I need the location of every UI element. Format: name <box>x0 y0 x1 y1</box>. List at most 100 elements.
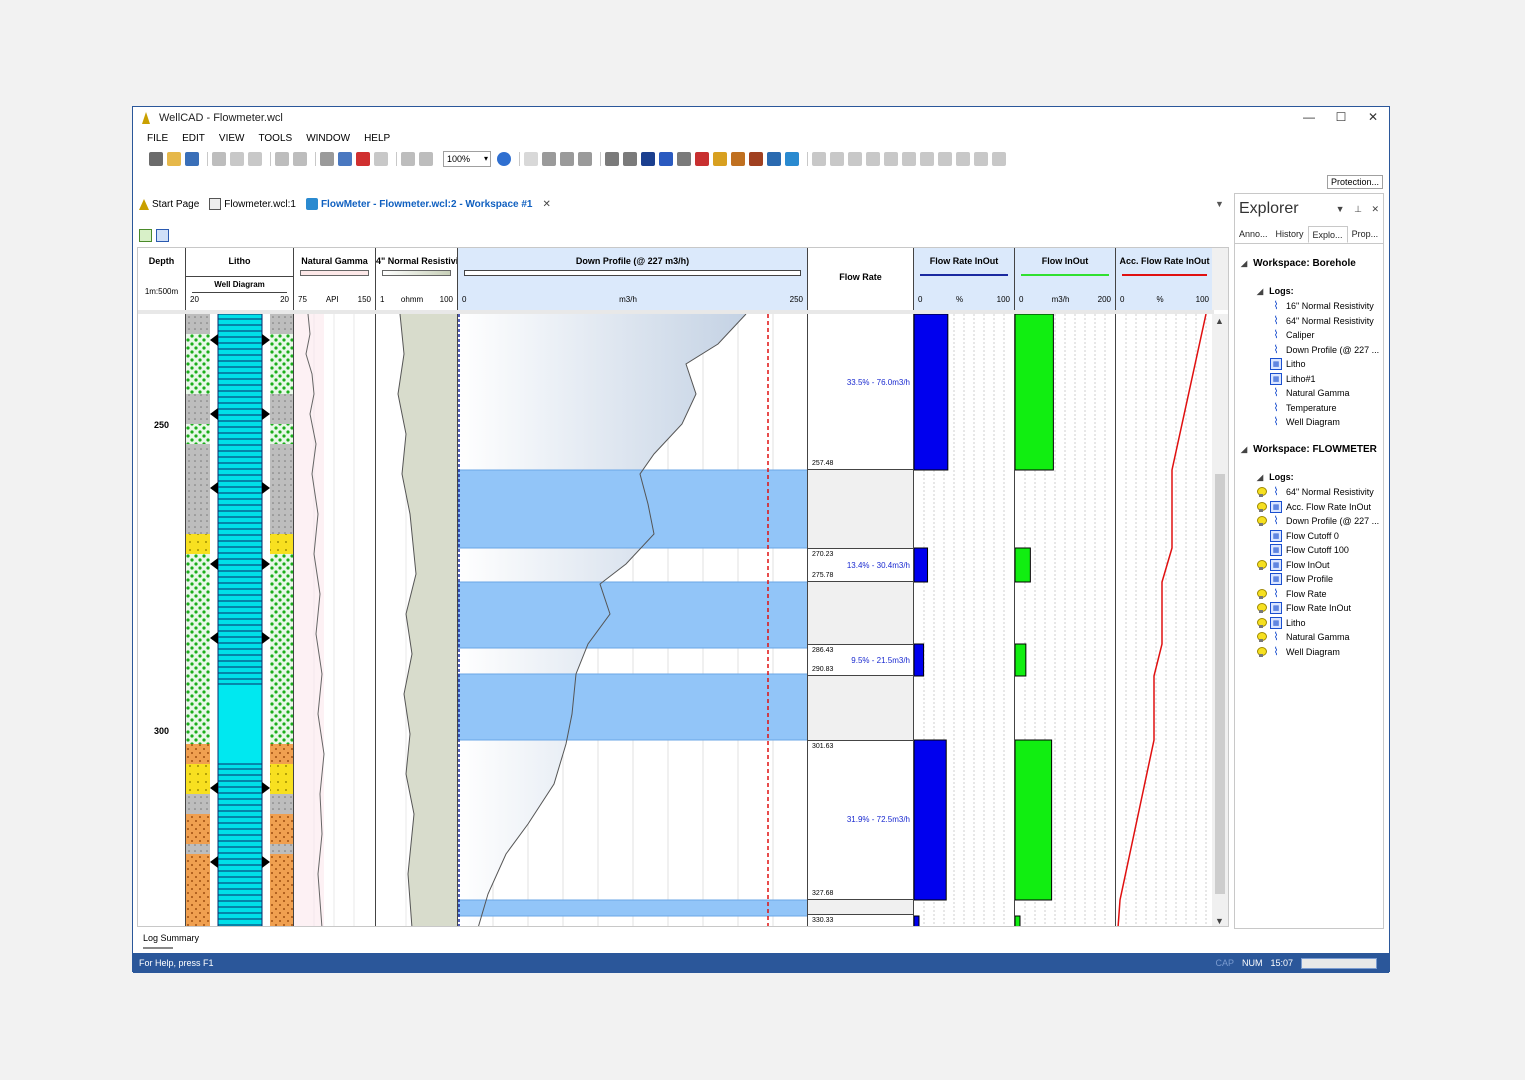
log-summary-tab[interactable]: Log Summary <box>143 933 199 943</box>
tree-log-item[interactable]: ⌇ Down Profile (@ 227 ... <box>1257 515 1379 527</box>
split-icon[interactable] <box>848 152 862 166</box>
shape-icon[interactable] <box>713 152 727 166</box>
import-log-icon[interactable] <box>156 229 169 242</box>
expander-icon[interactable]: ◢ <box>1241 445 1247 454</box>
profile-header[interactable]: Down Profile (@ 227 m3/h) 0 m3/h 250 <box>458 248 808 310</box>
bring-front-icon[interactable] <box>974 152 988 166</box>
flowrate-inout-header[interactable]: Flow Rate InOut 0% 100 <box>914 248 1015 310</box>
page-icon[interactable] <box>374 152 388 166</box>
align-left-icon[interactable] <box>866 152 880 166</box>
tab-start-page[interactable]: Start Page <box>139 198 199 210</box>
menu-tools[interactable]: TOOLS <box>258 131 292 147</box>
edit-log-icon[interactable] <box>605 152 619 166</box>
minimize-button[interactable]: — <box>1293 107 1325 129</box>
scroll-up-icon[interactable]: ▲ <box>1215 316 1224 326</box>
tree-log-item[interactable]: ⌇ 16" Normal Resistivity <box>1257 300 1373 312</box>
menu-file[interactable]: FILE <box>147 131 168 147</box>
select-icon[interactable] <box>578 152 592 166</box>
visibility-bulb-icon[interactable] <box>1257 516 1267 526</box>
layout-icon[interactable] <box>812 152 826 166</box>
tree-log-item[interactable]: ▦ Flow Profile <box>1257 573 1333 585</box>
tree-log-item[interactable]: ⌇ Natural Gamma <box>1257 387 1349 399</box>
save-icon[interactable] <box>185 152 199 166</box>
zoom-select[interactable]: 100% <box>443 151 491 167</box>
expander-icon[interactable]: ◢ <box>1257 473 1263 482</box>
tree-log-item[interactable]: ⌇ Natural Gamma <box>1257 631 1350 643</box>
depth-header[interactable]: Depth 1m:500m <box>138 248 186 310</box>
tree-log-item[interactable]: ⌇ 64" Normal Resistivity <box>1257 315 1373 327</box>
close-tab-icon[interactable]: ✕ <box>543 199 551 210</box>
flowrate-header[interactable]: Flow Rate <box>808 248 914 310</box>
visibility-bulb-icon[interactable] <box>1257 487 1267 497</box>
tab-list-chevron-down-icon[interactable]: ▼ <box>1215 199 1224 209</box>
move-icon[interactable] <box>542 152 556 166</box>
align-right-icon[interactable] <box>902 152 916 166</box>
delete-icon[interactable] <box>320 152 334 166</box>
find-icon[interactable] <box>338 152 352 166</box>
chart-icon[interactable] <box>659 152 673 166</box>
tab-explorer[interactable]: Explo... <box>1307 226 1348 243</box>
visibility-bulb-icon[interactable] <box>1257 559 1267 570</box>
well-icon[interactable] <box>749 152 763 166</box>
distribute-icon[interactable] <box>920 152 934 166</box>
visibility-bulb-icon[interactable] <box>1257 588 1267 599</box>
visibility-bulb-icon[interactable] <box>1257 501 1267 512</box>
gamma-header[interactable]: Natural Gamma 75 API 150 <box>294 248 376 310</box>
log-view[interactable]: Depth 1m:500m Litho Well Diagram 20 20 Na… <box>137 247 1229 927</box>
tree-log-item[interactable]: ▦ Litho <box>1257 358 1306 370</box>
tree-log-item[interactable]: ⌇ 64" Normal Resistivity <box>1257 486 1374 498</box>
visibility-bulb-icon[interactable] <box>1257 603 1267 613</box>
help-icon[interactable] <box>497 152 511 166</box>
visibility-bulb-icon[interactable] <box>1257 617 1267 628</box>
anchor-icon[interactable] <box>641 152 655 166</box>
scroll-thumb[interactable] <box>1215 474 1225 894</box>
tree-workspace-borehole[interactable]: ◢ Workspace: Borehole <box>1241 258 1356 269</box>
chevron-down-icon[interactable]: ▼ <box>1336 204 1345 214</box>
visibility-bulb-icon[interactable] <box>1257 632 1267 642</box>
tab-properties[interactable]: Prop... <box>1348 226 1383 243</box>
resize-icon[interactable] <box>560 152 574 166</box>
tree-log-item[interactable]: ▦ Flow Cutoff 100 <box>1257 544 1349 556</box>
litho-icon[interactable] <box>731 152 745 166</box>
tree-log-item[interactable]: ▦ Flow InOut <box>1257 558 1330 571</box>
print-preview-icon[interactable] <box>419 152 433 166</box>
tab-flowmeter-workspace[interactable]: FlowMeter - Flowmeter.wcl:2 - Workspace … <box>305 198 551 210</box>
paste-icon[interactable] <box>248 152 262 166</box>
tab-history[interactable]: History <box>1272 226 1308 243</box>
menu-edit[interactable]: EDIT <box>182 131 205 147</box>
open-folder-icon[interactable] <box>167 152 181 166</box>
tree-log-item[interactable]: ▦ Litho <box>1257 616 1306 629</box>
redo-icon[interactable] <box>293 152 307 166</box>
resistivity-header[interactable]: 4" Normal Resistivi 1 ohmm 100 <box>376 248 458 310</box>
menu-view[interactable]: VIEW <box>219 131 245 147</box>
tree-workspace-flowmeter[interactable]: ◢ Workspace: FLOWMETER <box>1241 444 1377 455</box>
pointer-icon[interactable] <box>524 152 538 166</box>
tree-log-item[interactable]: ⌇ Caliper <box>1257 329 1314 341</box>
globe-icon[interactable] <box>767 152 781 166</box>
link-icon[interactable] <box>677 152 691 166</box>
maximize-button[interactable]: ☐ <box>1325 107 1357 129</box>
visibility-bulb-icon[interactable] <box>1257 646 1267 657</box>
cut-icon[interactable] <box>212 152 226 166</box>
menu-window[interactable]: WINDOW <box>306 131 350 147</box>
protection-button[interactable]: Protection... <box>1326 175 1383 189</box>
wave-icon[interactable] <box>785 152 799 166</box>
litho-header[interactable]: Litho Well Diagram 20 20 <box>186 248 294 310</box>
tree-log-item[interactable]: ⌇ Well Diagram <box>1257 646 1340 658</box>
close-icon[interactable]: ✕ <box>1371 204 1379 214</box>
flow-inout-header[interactable]: Flow InOut 0 m3/h 200 <box>1015 248 1116 310</box>
sort-icon[interactable] <box>992 152 1006 166</box>
tree-logs-folder[interactable]: ◢ Logs: <box>1257 472 1294 482</box>
copy-icon[interactable] <box>230 152 244 166</box>
tree-log-item[interactable]: ⌇ Down Profile (@ 227 ... <box>1257 344 1379 356</box>
tree-log-item[interactable]: ▦ Flow Cutoff 0 <box>1257 529 1339 542</box>
tree-log-item[interactable]: ▦ Acc. Flow Rate InOut <box>1257 500 1371 513</box>
align-center-icon[interactable] <box>884 152 898 166</box>
pin-icon[interactable]: ⊥ <box>1354 204 1362 214</box>
acc-flow-header[interactable]: Acc. Flow Rate InOut 0% 100 <box>1116 248 1214 310</box>
expander-icon[interactable]: ◢ <box>1241 259 1247 268</box>
tree-log-item[interactable]: ⌇ Well Diagram <box>1257 416 1340 428</box>
order-icon[interactable] <box>938 152 952 166</box>
tree-log-item[interactable]: ⌇ Temperature <box>1257 402 1336 414</box>
marker-icon[interactable] <box>356 152 370 166</box>
